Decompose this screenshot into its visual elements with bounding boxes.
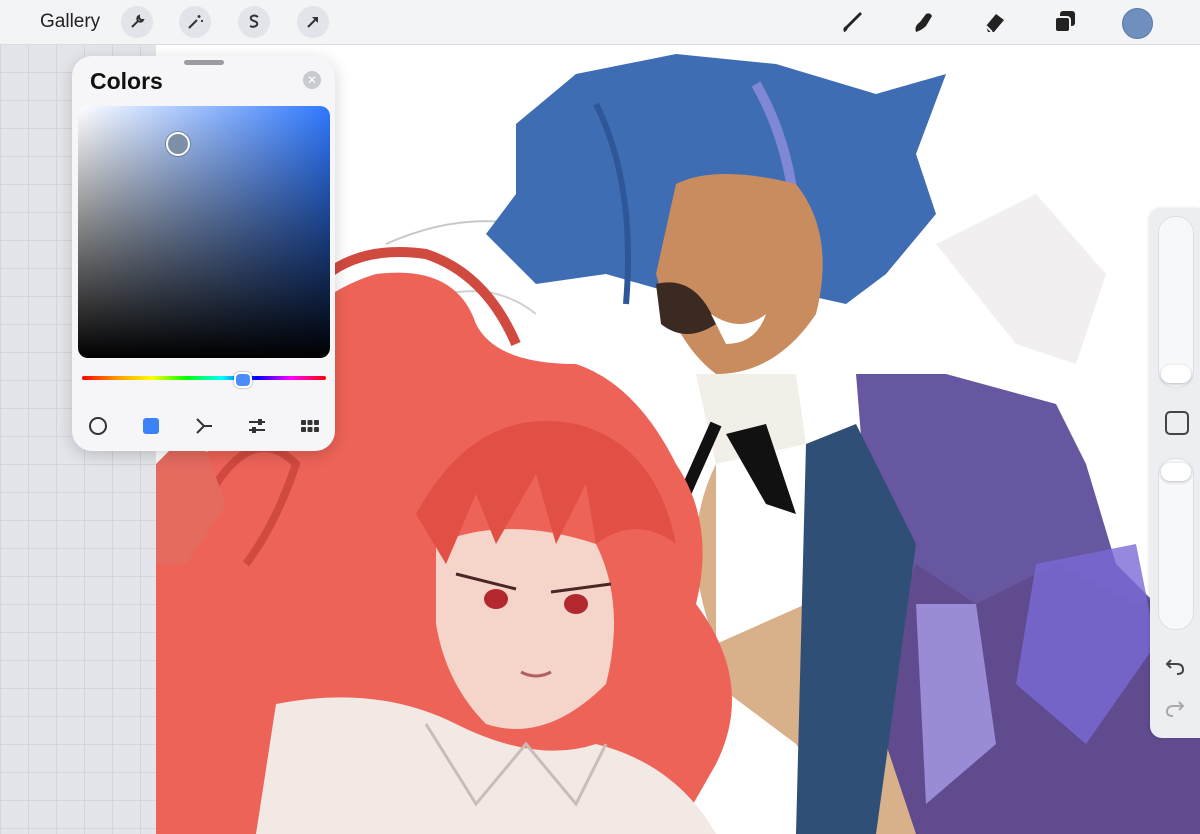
classic-tab-icon[interactable] xyxy=(140,415,162,437)
smudge-icon[interactable] xyxy=(908,8,936,36)
undo-icon[interactable] xyxy=(1163,654,1187,678)
panel-grabber[interactable] xyxy=(184,60,224,65)
brush-size-thumb[interactable] xyxy=(1161,365,1191,383)
layers-icon[interactable] xyxy=(1051,8,1079,36)
arrow-move-icon[interactable] xyxy=(297,6,329,38)
value-tab-icon[interactable] xyxy=(246,415,268,437)
redo-icon[interactable] xyxy=(1163,696,1187,720)
color-picker-ring[interactable] xyxy=(166,132,190,156)
magic-wand-icon[interactable] xyxy=(179,6,211,38)
brush-icon[interactable] xyxy=(838,8,866,36)
side-toolbar xyxy=(1150,208,1200,738)
disc-tab-icon[interactable] xyxy=(87,415,109,437)
wrench-icon[interactable] xyxy=(121,6,153,38)
brush-size-slider[interactable] xyxy=(1158,216,1194,388)
gallery-button[interactable]: Gallery xyxy=(40,11,100,33)
panel-title: Colors xyxy=(90,68,163,94)
hue-slider[interactable] xyxy=(82,376,326,380)
modify-button[interactable] xyxy=(1165,411,1189,435)
opacity-slider[interactable] xyxy=(1158,458,1194,630)
selection-s-icon[interactable] xyxy=(238,6,270,38)
eraser-icon[interactable] xyxy=(980,8,1008,36)
current-color-swatch[interactable] xyxy=(1122,8,1153,39)
colors-panel: Colors ✕ xyxy=(72,56,335,451)
hue-thumb[interactable] xyxy=(234,372,252,388)
color-picker-square[interactable] xyxy=(78,106,330,358)
harmony-tab-icon[interactable] xyxy=(193,415,215,437)
opacity-thumb[interactable] xyxy=(1161,463,1191,481)
close-icon[interactable]: ✕ xyxy=(303,71,321,89)
palettes-tab-icon[interactable] xyxy=(299,415,321,437)
top-toolbar: Gallery xyxy=(0,0,1200,45)
color-mode-tabs xyxy=(72,411,335,441)
